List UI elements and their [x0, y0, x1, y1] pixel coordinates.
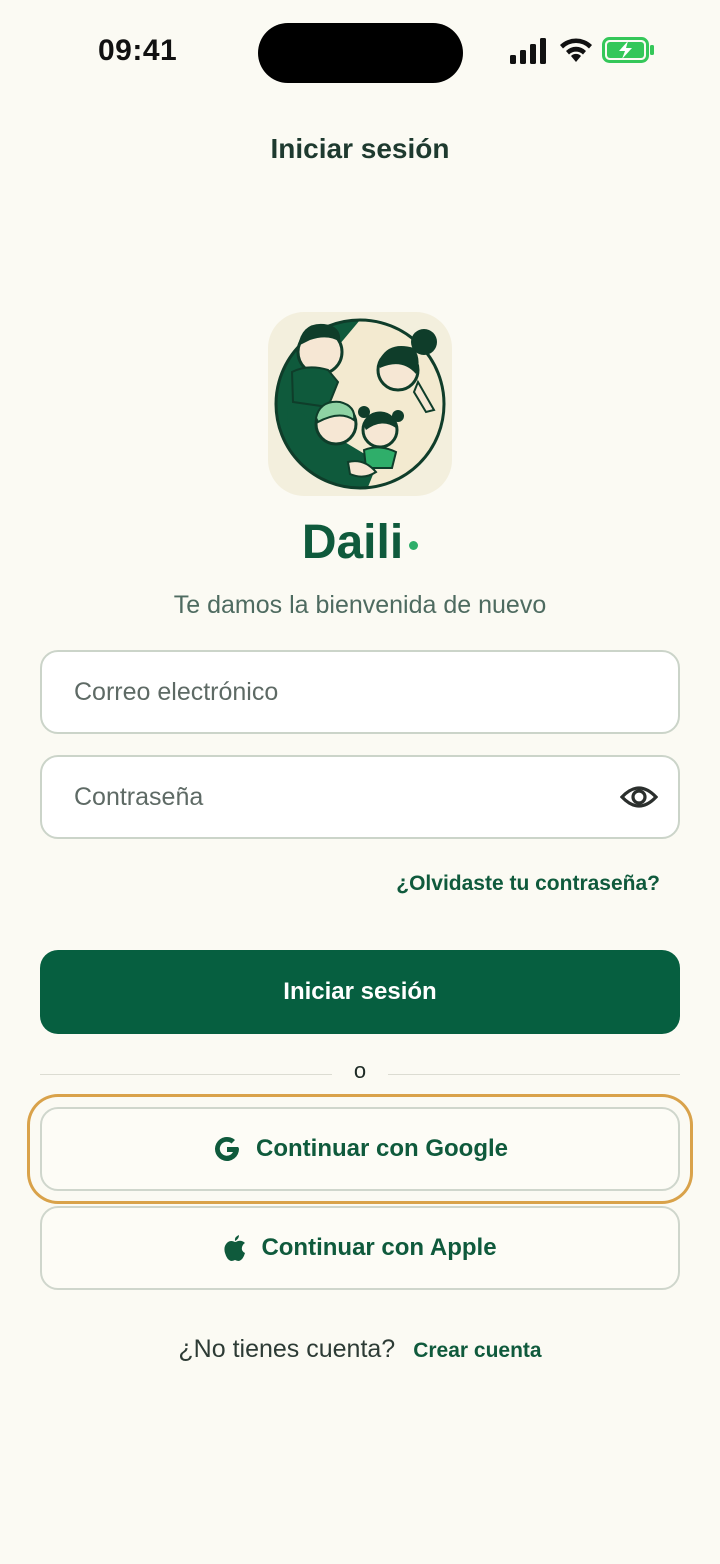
signal-icon [510, 38, 546, 64]
divider-label: o [353, 1058, 367, 1083]
dynamic-island [258, 23, 463, 83]
family-logo [274, 318, 446, 490]
email-field[interactable] [40, 650, 680, 734]
divider-line-right [388, 1074, 680, 1075]
apple-button-label: Continuar con Apple [261, 1234, 497, 1261]
signup-row: ¿No tienes cuenta? Crear cuenta [0, 1335, 720, 1364]
status-bar: 09:41 [0, 0, 720, 100]
welcome-text: Te damos la bienvenida de nuevo [173, 591, 547, 619]
apple-icon [224, 1235, 246, 1261]
status-time: 09:41 [98, 34, 178, 67]
google-icon [215, 1136, 239, 1161]
eye-icon[interactable] [620, 781, 658, 813]
google-sign-in-button[interactable]: Continuar con Google [40, 1107, 680, 1191]
create-account-link[interactable]: Crear cuenta [413, 1339, 541, 1362]
password-field[interactable] [40, 755, 680, 839]
apple-sign-in-button[interactable]: Continuar con Apple [40, 1206, 680, 1290]
wifi-icon [560, 38, 592, 62]
app-logo [268, 312, 452, 496]
password-input[interactable] [42, 757, 678, 837]
battery-icon [602, 37, 654, 63]
page-title: Iniciar sesión [270, 133, 450, 164]
sign-in-button[interactable]: Iniciar sesión [40, 950, 680, 1034]
brand-text: Daili [301, 516, 404, 569]
divider-line-left [40, 1074, 332, 1075]
email-input[interactable] [42, 652, 678, 732]
brand-dot [409, 540, 419, 550]
brand-name: Daili [0, 515, 720, 570]
signup-prompt: ¿No tienes cuenta? [178, 1335, 396, 1363]
google-button-label: Continuar con Google [256, 1135, 508, 1162]
or-divider: o [40, 1058, 680, 1083]
forgot-password-link[interactable]: ¿Olvidaste tu contraseña? [396, 872, 660, 896]
